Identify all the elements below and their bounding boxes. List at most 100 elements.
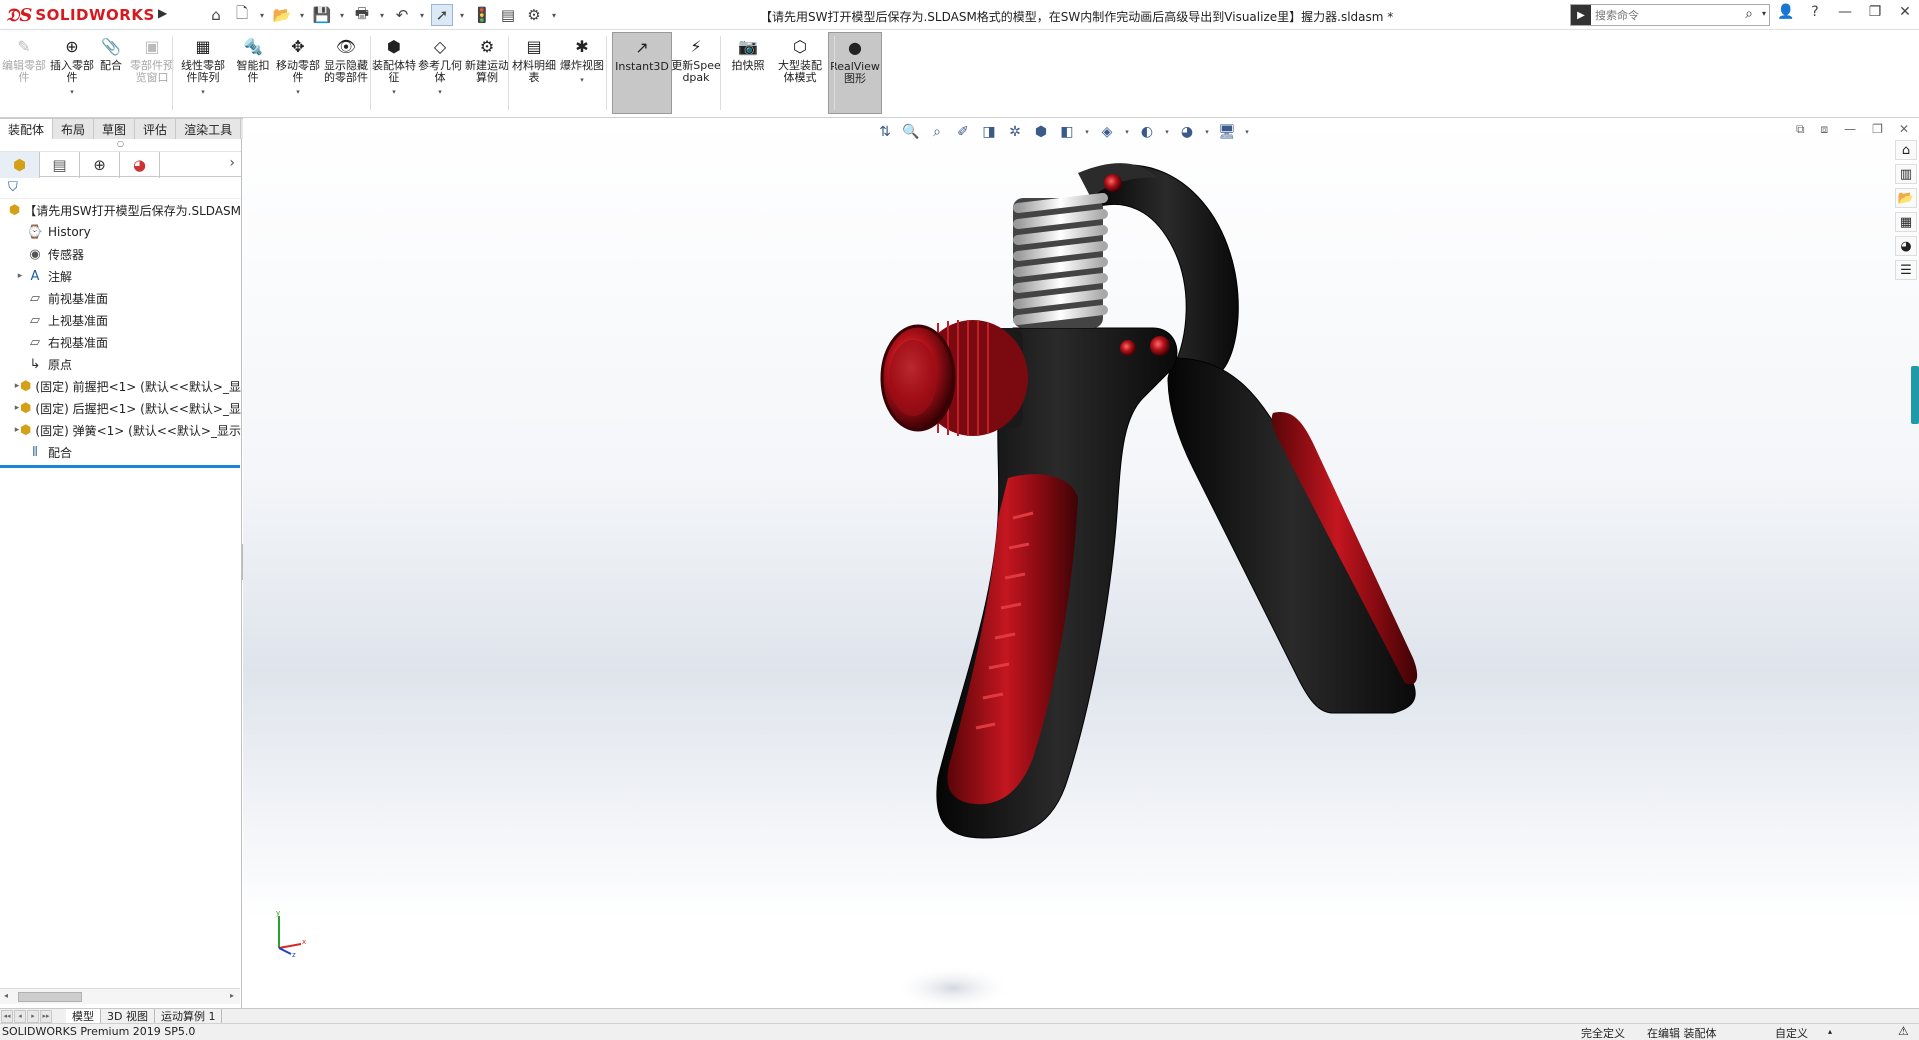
ribbon-mate-button[interactable]: 📎 配合 bbox=[94, 32, 128, 114]
tree-item[interactable]: ▸ A 注解 bbox=[0, 265, 241, 287]
graphics-restore-button[interactable]: ❐ bbox=[1872, 122, 1883, 137]
tree-item[interactable]: ◉ 传感器 bbox=[0, 243, 241, 265]
ribbon-instant3d-button[interactable]: ↗ Instant3D bbox=[612, 32, 672, 114]
tree-item[interactable]: ▸ ⬢ (固定) 弹簧<1> (默认<<默认>_显示 bbox=[0, 419, 241, 441]
ribbon-insert-component-button[interactable]: ⊕ 插入零部件 ▾ bbox=[50, 32, 94, 114]
first-tab-icon[interactable]: ◂◂ bbox=[1, 1009, 13, 1023]
ribbon-large-assembly-button[interactable]: ⬡ 大型装配体模式 bbox=[776, 32, 824, 114]
command-tab[interactable]: 布局 bbox=[53, 118, 95, 139]
unit-dropdown-icon[interactable]: ▴ bbox=[1828, 1027, 1832, 1036]
save-icon[interactable]: 💾 bbox=[311, 4, 333, 26]
chevron-down-icon[interactable]: ▾ bbox=[438, 86, 442, 98]
ribbon-component-preview-button[interactable]: ▣ 零部件预览窗口 bbox=[130, 32, 174, 114]
print-dropdown-icon[interactable]: ▾ bbox=[377, 4, 387, 26]
panel-horizontal-scrollbar[interactable]: ◂ ▸ bbox=[0, 988, 240, 1004]
reference-triad[interactable]: y x z bbox=[271, 908, 311, 958]
tree-item[interactable]: ⫴ 配合 bbox=[0, 441, 241, 463]
solidworks-resources-icon[interactable]: ⌂ bbox=[1895, 140, 1917, 160]
chevron-down-icon[interactable]: ▾ bbox=[296, 86, 300, 98]
ribbon-bom-button[interactable]: ▤ 材料明细表 bbox=[512, 32, 556, 114]
tree-item[interactable]: ▸ ⬢ (固定) 前握把<1> (默认<<默认>_显 bbox=[0, 375, 241, 397]
ribbon-linear-pattern-button[interactable]: ▦ 线性零部件阵列 ▾ bbox=[176, 32, 230, 114]
home-icon[interactable]: ⌂ bbox=[205, 4, 227, 26]
tree-item[interactable]: ↳ 原点 bbox=[0, 353, 241, 375]
command-tab[interactable]: 评估 bbox=[135, 118, 177, 139]
configurationmanager-tab[interactable]: ⊕ bbox=[80, 152, 120, 178]
design-library-icon[interactable]: ▥ bbox=[1895, 164, 1917, 184]
chevron-down-icon[interactable]: ▾ bbox=[580, 74, 584, 86]
ribbon-reference-geometry-button[interactable]: ◇ 参考几何体 ▾ bbox=[418, 32, 462, 114]
tile-left-icon[interactable]: ⧉ bbox=[1796, 122, 1805, 137]
view-palette-icon[interactable]: ▦ bbox=[1895, 212, 1917, 232]
new-document-icon[interactable]: 🗋 bbox=[231, 4, 253, 26]
next-tab-icon[interactable]: ▸ bbox=[27, 1009, 39, 1023]
tree-item[interactable]: ▱ 前视基准面 bbox=[0, 287, 241, 309]
rollback-bar[interactable] bbox=[0, 465, 240, 468]
ribbon-realview-button[interactable]: ● RealView图形 bbox=[828, 32, 882, 114]
scroll-thumb[interactable] bbox=[18, 992, 82, 1002]
options-icon[interactable]: ⚙ bbox=[523, 4, 545, 26]
command-tab[interactable]: 装配体 bbox=[0, 118, 54, 139]
solidworks-logo[interactable]: 𝔇S SOLIDWORKS bbox=[6, 3, 154, 27]
ribbon-smart-fasteners-button[interactable]: 🔩 智能扣件 bbox=[232, 32, 274, 114]
user-icon[interactable]: 👤 bbox=[1777, 4, 1794, 20]
search-input[interactable] bbox=[1595, 8, 1735, 22]
ribbon-assembly-features-button[interactable]: ⬢ 装配体特征 ▾ bbox=[372, 32, 416, 114]
command-tab[interactable]: 草图 bbox=[94, 118, 136, 139]
appearances-icon[interactable]: ◕ bbox=[1895, 236, 1917, 256]
task-pane-scroll-indicator[interactable] bbox=[1911, 366, 1919, 424]
command-search-icon[interactable]: ▶ bbox=[1571, 5, 1591, 25]
search-icon[interactable]: ⌕ bbox=[1745, 6, 1753, 22]
filter-icon[interactable]: ⛉ bbox=[8, 180, 18, 195]
search-box[interactable]: ▶ ⌕ ▾ bbox=[1570, 4, 1770, 26]
help-icon[interactable]: ? bbox=[1807, 4, 1823, 20]
scroll-right-icon[interactable]: ▸ bbox=[230, 991, 234, 1000]
print-icon[interactable]: 🖶 bbox=[351, 4, 373, 26]
undo-dropdown-icon[interactable]: ▾ bbox=[417, 4, 427, 26]
undo-icon[interactable]: ↶ bbox=[391, 4, 413, 26]
ribbon-speedpak-button[interactable]: ⚡ 更新Speedpak bbox=[670, 32, 722, 114]
chevron-down-icon[interactable]: ▾ bbox=[392, 86, 396, 98]
new-document-dropdown-icon[interactable]: ▾ bbox=[257, 4, 267, 26]
graphics-close-button[interactable]: ✕ bbox=[1899, 122, 1909, 137]
chevron-down-icon[interactable]: ▾ bbox=[70, 86, 74, 98]
scroll-left-icon[interactable]: ◂ bbox=[4, 991, 8, 1000]
prev-tab-icon[interactable]: ◂ bbox=[14, 1009, 26, 1023]
tab-model[interactable]: 模型 bbox=[66, 1008, 101, 1024]
open-dropdown-icon[interactable]: ▾ bbox=[297, 4, 307, 26]
search-dropdown-icon[interactable]: ▾ bbox=[1762, 9, 1766, 18]
tab-motion-study[interactable]: 运动算例 1 bbox=[155, 1008, 223, 1024]
command-tab[interactable]: 渲染工具 bbox=[176, 118, 242, 139]
graphics-area[interactable]: ⇅ 🔍 ⌕ ✐ ◨ ✲ ⬢ ◧ ▾ ◈ ▾ ◐ ▾ ◕ ▾ 🖥 ▾ ⧉ ⧈ — ❐ ✕ ⌂ ▥ 📂 ▦ ◕ ☰ bbox=[243, 118, 1919, 1008]
select-icon[interactable]: ➚ bbox=[431, 4, 453, 26]
ribbon-edit-component-button[interactable]: ✎ 编辑零部件 bbox=[2, 32, 46, 114]
graphics-minimize-button[interactable]: — bbox=[1844, 122, 1856, 137]
chevron-right-icon[interactable]: › bbox=[229, 155, 235, 171]
file-explorer-icon[interactable]: 📂 bbox=[1895, 188, 1917, 208]
minimize-button[interactable]: — bbox=[1837, 4, 1853, 20]
ribbon-move-component-button[interactable]: ✥ 移动零部件 ▾ bbox=[276, 32, 320, 114]
tree-item[interactable]: ▱ 右视基准面 bbox=[0, 331, 241, 353]
ribbon-snapshot-button[interactable]: 📷 拍快照 bbox=[726, 32, 770, 114]
save-dropdown-icon[interactable]: ▾ bbox=[337, 4, 347, 26]
tree-item[interactable]: ⬢ 【请先用SW打开模型后保存为.SLDASM bbox=[0, 199, 241, 221]
panel-grip-icon[interactable]: ○ bbox=[0, 139, 241, 151]
tree-item[interactable]: ⌚ History bbox=[0, 221, 241, 243]
ribbon-show-hidden-button[interactable]: 👁 显示隐藏的零部件 bbox=[322, 32, 370, 114]
custom-properties-icon[interactable]: ☰ bbox=[1895, 260, 1917, 280]
displaymanager-tab[interactable]: ◕ bbox=[120, 152, 160, 178]
options-dropdown-icon[interactable]: ▾ bbox=[549, 4, 559, 26]
close-button[interactable]: ✕ bbox=[1897, 4, 1913, 20]
rebuild-status-icon[interactable]: ⚠ bbox=[1898, 1024, 1909, 1038]
file-properties-icon[interactable]: ▤ bbox=[497, 4, 519, 26]
open-icon[interactable]: 📂 bbox=[271, 4, 293, 26]
expand-arrow-icon[interactable]: ▸ bbox=[14, 271, 26, 281]
menu-expand-arrow-icon[interactable]: ▶ bbox=[158, 6, 172, 24]
tile-right-icon[interactable]: ⧈ bbox=[1821, 122, 1829, 137]
featuremanager-tab[interactable]: ⬢ bbox=[0, 152, 40, 178]
chevron-down-icon[interactable]: ▾ bbox=[201, 86, 205, 98]
tree-item[interactable]: ▸ ⬢ (固定) 后握把<1> (默认<<默认>_显 bbox=[0, 397, 241, 419]
tab-3d-view[interactable]: 3D 视图 bbox=[101, 1008, 155, 1024]
rebuild-icon[interactable]: 🚦 bbox=[471, 4, 493, 26]
hand-gripper-model[interactable] bbox=[773, 138, 1493, 1008]
